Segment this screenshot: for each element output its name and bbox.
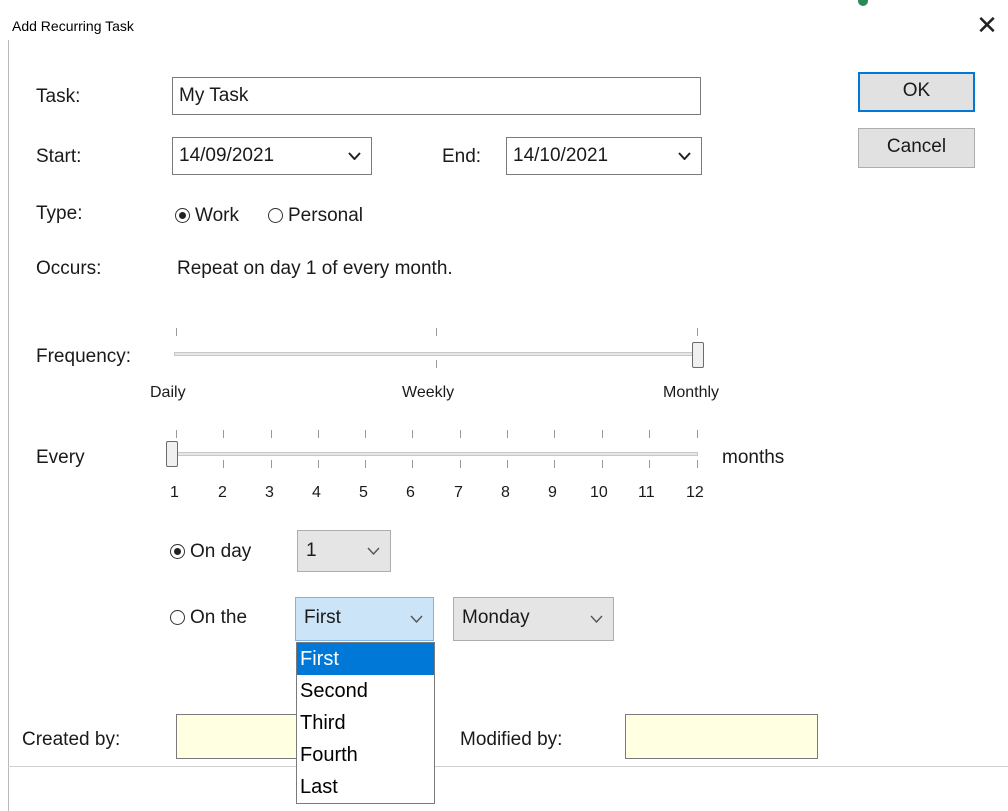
- dropdown-option-last[interactable]: Last: [297, 771, 434, 803]
- chevron-down-icon: [590, 615, 603, 623]
- slider-tick: [436, 328, 437, 336]
- weekday-select[interactable]: Monday: [453, 597, 614, 641]
- on-the-label: On the: [190, 607, 248, 628]
- radio-selected-icon: [170, 544, 185, 559]
- slider-tick: [176, 328, 177, 336]
- frequency-slider-track[interactable]: [174, 352, 700, 356]
- dropdown-option-fourth[interactable]: Fourth: [297, 739, 434, 771]
- on-day-label: On day: [190, 541, 252, 562]
- occurs-label: Occurs:: [36, 258, 102, 279]
- weekday-value: Monday: [462, 607, 530, 628]
- every-tick-label: 8: [501, 484, 510, 501]
- on-day-value: 1: [306, 540, 317, 561]
- every-tick-label: 5: [359, 484, 368, 501]
- ordinal-dropdown-list[interactable]: First Second Third Fourth Last: [296, 642, 435, 804]
- every-tick-label: 3: [265, 484, 274, 501]
- every-tick-label: 6: [406, 484, 415, 501]
- slider-tick: [436, 360, 437, 368]
- every-tick-label: 7: [454, 484, 463, 501]
- modified-by-label: Modified by:: [460, 729, 563, 750]
- frequency-slider-thumb[interactable]: [692, 342, 704, 368]
- chevron-down-icon: [410, 615, 423, 623]
- slider-tick: [697, 328, 698, 336]
- end-date-picker[interactable]: 14/10/2021: [506, 137, 702, 175]
- frequency-stop-daily: Daily: [150, 384, 186, 401]
- every-slider-thumb[interactable]: [166, 441, 178, 467]
- modified-by-field: [625, 714, 818, 759]
- dialog-left-border: [8, 40, 9, 811]
- frequency-stop-monthly: Monthly: [663, 384, 720, 401]
- every-tick-label: 12: [686, 484, 704, 501]
- radio-unselected-icon: [268, 208, 283, 223]
- ordinal-value: First: [304, 607, 341, 628]
- end-date-value: 14/10/2021: [513, 145, 609, 166]
- dropdown-option-third[interactable]: Third: [297, 707, 434, 739]
- background-window-strip: · · ·: [0, 0, 1008, 10]
- dropdown-option-first[interactable]: First: [297, 643, 434, 675]
- close-icon[interactable]: ✕: [972, 10, 1002, 40]
- footer-divider: [8, 766, 1008, 767]
- chevron-down-icon: [348, 152, 361, 160]
- type-personal-label: Personal: [288, 205, 363, 226]
- task-input[interactable]: My Task: [172, 77, 701, 115]
- on-day-radio[interactable]: On day: [170, 541, 251, 563]
- type-personal-radio[interactable]: Personal: [268, 205, 363, 227]
- status-dot-icon: [858, 0, 868, 6]
- dropdown-option-second[interactable]: Second: [297, 675, 434, 707]
- end-label: End:: [442, 146, 482, 167]
- every-unit-label: months: [722, 447, 785, 468]
- chevron-down-icon: [678, 152, 691, 160]
- created-by-label: Created by:: [22, 729, 121, 750]
- start-date-picker[interactable]: 14/09/2021: [172, 137, 372, 175]
- every-tick-label: 11: [638, 484, 655, 501]
- chevron-down-icon: [367, 547, 380, 555]
- ok-button[interactable]: OK: [858, 72, 975, 112]
- every-tick-label: 10: [590, 484, 608, 501]
- start-label: Start:: [36, 146, 82, 167]
- radio-unselected-icon: [170, 610, 185, 625]
- every-slider-track[interactable]: [174, 452, 698, 456]
- ordinal-select[interactable]: First: [295, 597, 434, 641]
- cancel-button[interactable]: Cancel: [858, 128, 975, 168]
- occurs-description: Repeat on day 1 of every month.: [177, 258, 453, 279]
- on-the-radio[interactable]: On the: [170, 607, 247, 629]
- on-day-select[interactable]: 1: [297, 530, 391, 572]
- every-tick-label: 1: [170, 484, 179, 501]
- type-work-radio[interactable]: Work: [175, 205, 239, 227]
- every-tick-label: 9: [548, 484, 557, 501]
- radio-selected-icon: [175, 208, 190, 223]
- every-tick-label: 4: [312, 484, 321, 501]
- every-label: Every: [36, 447, 85, 468]
- task-label: Task:: [36, 86, 81, 107]
- created-by-field: [176, 714, 300, 759]
- dialog-title: Add Recurring Task: [12, 18, 134, 34]
- type-work-label: Work: [195, 205, 239, 226]
- frequency-stop-weekly: Weekly: [402, 384, 455, 401]
- every-tick-label: 2: [218, 484, 227, 501]
- frequency-label: Frequency:: [36, 346, 132, 367]
- type-label: Type:: [36, 203, 83, 224]
- start-date-value: 14/09/2021: [179, 145, 275, 166]
